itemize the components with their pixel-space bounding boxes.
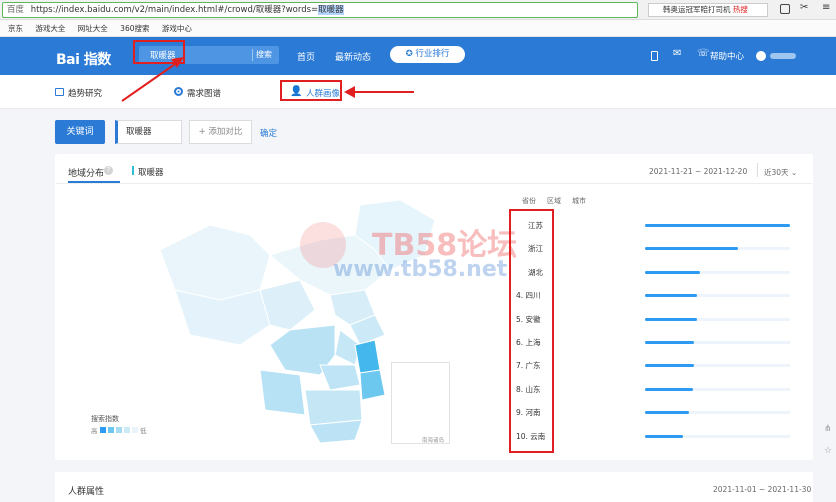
subtab-city[interactable]: 城市 <box>572 196 586 206</box>
rank-bar[interactable] <box>645 435 683 438</box>
confirm-button[interactable]: 确定 <box>260 127 277 139</box>
help-icon[interactable]: ☏ <box>697 48 710 59</box>
scissors-icon[interactable]: ✂ <box>800 2 808 13</box>
trend-icon <box>55 88 64 96</box>
wechat-icon[interactable]: ✉ <box>673 48 681 59</box>
crowd-title: 人群属性 <box>68 487 105 497</box>
crowd-panel <box>55 472 813 502</box>
rank-bar[interactable] <box>645 294 697 297</box>
bookmark-item[interactable]: 京东 <box>8 24 23 33</box>
subtab-area[interactable]: 区域 <box>547 196 561 206</box>
baidu-index-logo[interactable]: Bai 指数 <box>56 49 111 69</box>
url-prefix: https://index.baidu.com/v2/main/index.ht… <box>30 5 319 15</box>
share-icon[interactable]: ⋔ <box>824 424 832 434</box>
bookmark-item[interactable]: 360搜索 <box>120 24 149 33</box>
crowd-date-range: 2021-11-01 ~ 2021-11-30 <box>713 485 812 494</box>
rank-bar[interactable] <box>645 224 790 227</box>
keyword-button[interactable]: 关键词 <box>55 120 105 144</box>
divider <box>757 163 758 177</box>
divider <box>56 183 812 184</box>
tab-trend[interactable]: 趋势研究 <box>68 87 102 99</box>
nav-home[interactable]: 首页 <box>297 50 315 63</box>
rank-bar[interactable] <box>645 247 738 250</box>
map-region-jiangsu <box>354 339 381 374</box>
ranking-pill-button[interactable]: ✪ 行业排行 <box>390 46 465 63</box>
header-search-button[interactable]: 搜索 <box>256 49 272 60</box>
bookmark-item[interactable]: 网址大全 <box>78 24 108 33</box>
bookmarks-bar: 京东 游戏大全 网址大全 360搜索 游戏中心 <box>0 20 836 37</box>
add-compare-button[interactable]: + 添加对比 <box>189 120 252 144</box>
region-title: 地域分布 <box>68 169 105 179</box>
rank-bar[interactable] <box>645 271 700 274</box>
user-avatar[interactable] <box>756 51 766 61</box>
rank-bar[interactable] <box>645 364 694 367</box>
analysis-tabs-bar <box>0 75 836 109</box>
subtab-province[interactable]: 省份 <box>522 196 536 206</box>
watermark-line2: www.tb58.net <box>333 257 508 282</box>
rank-bar[interactable] <box>645 388 693 391</box>
inset-label: 南海诸岛 <box>422 438 445 444</box>
url-field[interactable]: 百度 https://index.baidu.com/v2/main/index… <box>2 2 638 18</box>
mobile-icon[interactable] <box>651 51 658 61</box>
south-china-sea-inset <box>391 362 450 444</box>
star-icon[interactable]: ☆ <box>824 446 832 456</box>
map-region-zhejiang <box>359 369 386 401</box>
bookmark-item[interactable]: 游戏大全 <box>35 24 65 33</box>
url-selected: 取暖器 <box>318 5 344 15</box>
legend-title: 搜索指数 <box>91 415 119 423</box>
keyword-marker <box>132 166 134 175</box>
site-label: 百度 <box>7 5 25 15</box>
map-region-hubei <box>319 364 361 391</box>
rank-bar[interactable] <box>645 411 689 414</box>
info-icon[interactable]: ? <box>104 166 113 175</box>
nav-latest[interactable]: 最新动态 <box>335 50 371 63</box>
browser-search-hint[interactable]: 韩奥运冠军賠打司机 热搜 <box>648 3 768 17</box>
annotation-ranking-highlight <box>509 209 554 453</box>
map-region-south-central <box>304 389 363 426</box>
bookmark-item[interactable]: 游戏中心 <box>162 24 192 33</box>
annotation-search-highlight <box>133 40 185 64</box>
annotation-crowd-tab-highlight <box>280 80 342 101</box>
keyword-input[interactable]: 取暖器 <box>115 120 182 144</box>
username-blur <box>770 53 796 59</box>
menu-icon[interactable]: ≡ <box>822 2 830 13</box>
hot-label: 热搜 <box>732 5 748 14</box>
tab-demand[interactable]: 需求图谱 <box>187 87 221 99</box>
browser-address-bar: 百度 https://index.baidu.com/v2/main/index… <box>0 0 836 20</box>
region-keyword: 取暖器 <box>138 168 164 178</box>
search-divider <box>252 49 253 61</box>
region-date-range: 2021-11-21 ~ 2021-12-20 <box>649 167 748 176</box>
demand-radio-icon <box>174 87 183 96</box>
map-region-xinjiang <box>159 224 271 301</box>
chevron-down-icon: ⌄ <box>790 168 798 177</box>
rank-bar[interactable] <box>645 341 694 344</box>
period-select[interactable]: 近30天 ⌄ <box>764 167 797 178</box>
watermark-hand-icon <box>300 222 346 268</box>
help-center-link[interactable]: 帮助中心 <box>710 50 744 62</box>
rank-bar[interactable] <box>645 318 697 321</box>
map-region-yunnan <box>259 369 306 416</box>
extension-icon[interactable] <box>780 4 790 14</box>
ranking-icon: ✪ <box>405 49 416 59</box>
legend-scale: 高 低 <box>91 427 147 435</box>
